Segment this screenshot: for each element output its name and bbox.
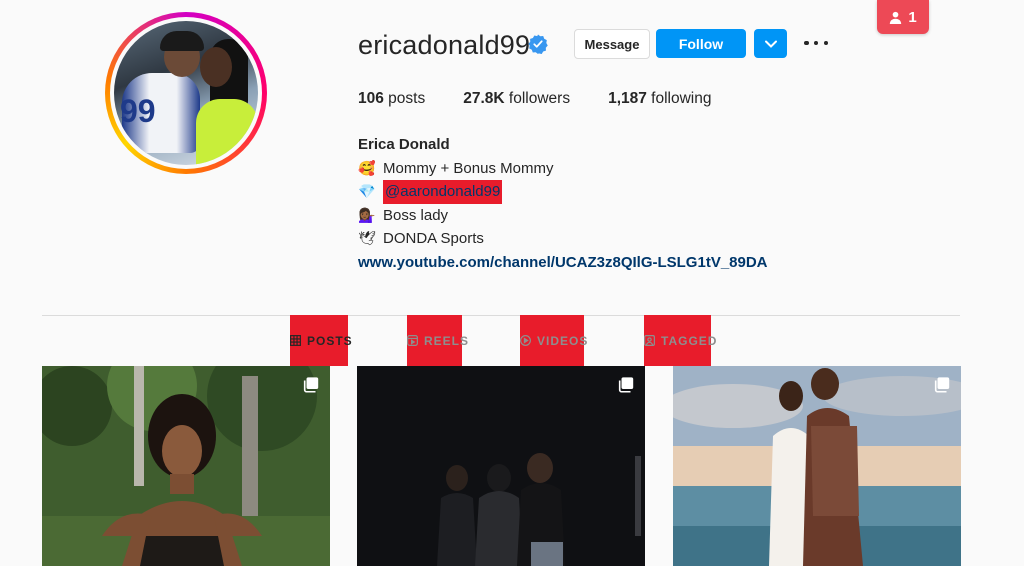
video-icon	[520, 335, 531, 347]
bio-line: 🕊 DONDA Sports	[358, 227, 768, 251]
verified-badge-icon	[528, 34, 548, 54]
post-thumbnail[interactable]	[42, 366, 330, 566]
follow-button[interactable]: Follow	[656, 29, 746, 58]
post-image	[42, 366, 330, 566]
post-image	[357, 366, 645, 566]
grid-icon	[290, 335, 301, 347]
post-image	[673, 366, 961, 566]
person-icon	[890, 11, 902, 24]
message-button[interactable]: Message	[574, 29, 650, 59]
bio-website-link[interactable]: www.youtube.com/channel/UCAZ3z8QIlG-LSLG…	[358, 251, 768, 275]
notification-badge[interactable]: 1	[877, 0, 929, 34]
tabs-divider	[42, 315, 960, 316]
bio-line: 💁🏾‍♀️ Boss lady	[358, 204, 768, 228]
mention-link[interactable]: @aarondonald99	[383, 180, 503, 204]
avatar-photo: 99	[114, 21, 258, 165]
bio-line: 💎 @aarondonald99	[358, 180, 768, 204]
tag-icon	[644, 335, 655, 347]
profile-bio: Erica Donald 🥰 Mommy + Bonus Mommy 💎 @aaro…	[358, 133, 768, 274]
tab-reels[interactable]: REELS	[407, 315, 468, 366]
dove-emoji: 🕊	[358, 230, 376, 246]
bio-line: 🥰 Mommy + Bonus Mommy	[358, 157, 768, 181]
post-thumbnail[interactable]	[673, 366, 961, 566]
reels-icon	[407, 335, 418, 347]
stat-following[interactable]: 1,187 following	[608, 90, 711, 108]
profile-stats: 106 posts 27.8K followers 1,187 followin…	[358, 90, 750, 108]
tab-tagged[interactable]: TAGGED	[644, 315, 716, 366]
notification-count: 1	[908, 8, 917, 26]
multiple-images-icon	[934, 377, 950, 393]
person-tipping-hand-emoji: 💁🏾‍♀️	[358, 206, 376, 223]
post-thumbnail[interactable]	[357, 366, 645, 566]
tab-posts[interactable]: POSTS	[290, 315, 352, 366]
more-options-icon[interactable]	[804, 33, 828, 53]
gem-emoji: 💎	[358, 183, 376, 199]
suggested-accounts-button[interactable]	[754, 29, 787, 58]
bio-full-name: Erica Donald	[358, 136, 450, 153]
multiple-images-icon	[618, 377, 634, 393]
chevron-down-icon	[764, 40, 777, 48]
tab-videos[interactable]: VIDEOS	[520, 315, 587, 366]
profile-username: ericadonald99	[358, 30, 531, 60]
profile-avatar[interactable]: 99	[105, 12, 267, 174]
stat-posts: 106 posts	[358, 90, 426, 107]
multiple-images-icon	[303, 377, 319, 393]
stat-followers[interactable]: 27.8K followers	[463, 90, 570, 108]
smiling-hearts-emoji: 🥰	[358, 159, 376, 176]
